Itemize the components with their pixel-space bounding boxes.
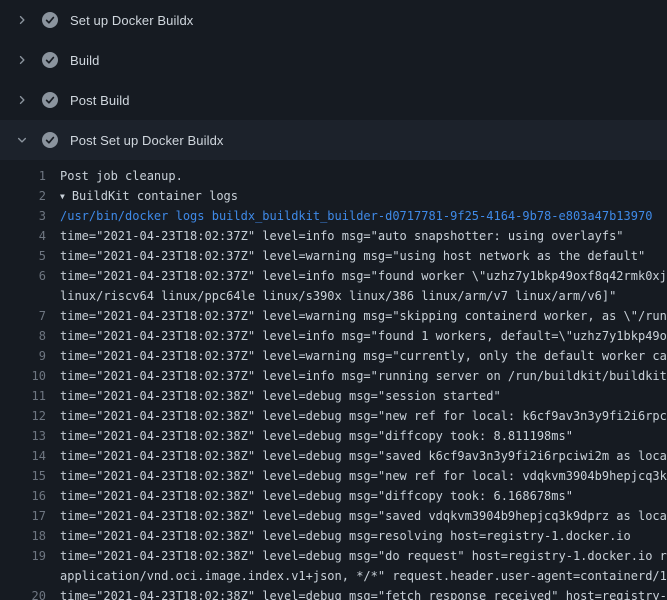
chevron-right-icon (16, 14, 28, 26)
line-number (0, 286, 46, 306)
log-row: 3/usr/bin/docker logs buildx_buildkit_bu… (0, 206, 667, 226)
log-row: 8time="2021-04-23T18:02:37Z" level=info … (0, 326, 667, 346)
log-text: time="2021-04-23T18:02:37Z" level=warnin… (46, 246, 667, 266)
line-number[interactable]: 13 (0, 426, 46, 446)
log-text: time="2021-04-23T18:02:38Z" level=debug … (46, 506, 667, 526)
log-row: linux/riscv64 linux/ppc64le linux/s390x … (0, 286, 667, 306)
log-row: 4time="2021-04-23T18:02:37Z" level=info … (0, 226, 667, 246)
chevron-right-icon (16, 54, 28, 66)
check-circle-icon (42, 12, 58, 28)
section-label: Post Set up Docker Buildx (70, 133, 224, 148)
log-row: 9time="2021-04-23T18:02:37Z" level=warni… (0, 346, 667, 366)
check-circle-icon (42, 132, 58, 148)
log-command-text: /usr/bin/docker logs buildx_buildkit_bui… (46, 206, 667, 226)
line-number[interactable]: 17 (0, 506, 46, 526)
line-number[interactable]: 12 (0, 406, 46, 426)
log-row: 10time="2021-04-23T18:02:37Z" level=info… (0, 366, 667, 386)
line-number[interactable]: 10 (0, 366, 46, 386)
section-label: Build (70, 53, 99, 68)
line-number[interactable]: 8 (0, 326, 46, 346)
log-row: 6time="2021-04-23T18:02:37Z" level=info … (0, 266, 667, 286)
chevron-down-icon (16, 134, 28, 146)
section-header-post-build[interactable]: Post Build (0, 80, 667, 120)
log-row: 5time="2021-04-23T18:02:37Z" level=warni… (0, 246, 667, 266)
line-number[interactable]: 19 (0, 546, 46, 566)
check-circle-icon (42, 52, 58, 68)
group-caret-icon[interactable]: ▼ (60, 187, 65, 206)
line-number[interactable]: 18 (0, 526, 46, 546)
log-text: time="2021-04-23T18:02:37Z" level=info m… (46, 326, 667, 346)
log-text: time="2021-04-23T18:02:38Z" level=debug … (46, 526, 667, 546)
log-text: time="2021-04-23T18:02:37Z" level=info m… (46, 266, 667, 286)
log-row: 1Post job cleanup. (0, 166, 667, 186)
line-number[interactable]: 2 (0, 186, 46, 206)
log-text: time="2021-04-23T18:02:38Z" level=debug … (46, 426, 667, 446)
line-number[interactable]: 11 (0, 386, 46, 406)
log-row: 15time="2021-04-23T18:02:38Z" level=debu… (0, 466, 667, 486)
log-text: time="2021-04-23T18:02:37Z" level=info m… (46, 366, 667, 386)
line-number[interactable]: 3 (0, 206, 46, 226)
log-row: 12time="2021-04-23T18:02:38Z" level=debu… (0, 406, 667, 426)
section-label: Set up Docker Buildx (70, 13, 193, 28)
log-text: time="2021-04-23T18:02:37Z" level=warnin… (46, 306, 667, 326)
log-text: time="2021-04-23T18:02:37Z" level=warnin… (46, 346, 667, 366)
log-text: Post job cleanup. (46, 166, 667, 186)
line-number[interactable]: 1 (0, 166, 46, 186)
line-number[interactable]: 5 (0, 246, 46, 266)
line-number[interactable]: 7 (0, 306, 46, 326)
log-text: time="2021-04-23T18:02:38Z" level=debug … (46, 486, 667, 506)
line-number[interactable]: 6 (0, 266, 46, 286)
log-row: 16time="2021-04-23T18:02:38Z" level=debu… (0, 486, 667, 506)
section-header-post-set-up-docker-buildx[interactable]: Post Set up Docker Buildx (0, 120, 667, 160)
log-row: 14time="2021-04-23T18:02:38Z" level=debu… (0, 446, 667, 466)
log-pane: 1Post job cleanup.2 ▼ BuildKit container l… (0, 160, 667, 600)
line-number[interactable]: 4 (0, 226, 46, 246)
section-header-set-up-docker-buildx[interactable]: Set up Docker Buildx (0, 0, 667, 40)
workflow-log-viewer: Set up Docker Buildx Build Post Build Post … (0, 0, 667, 600)
section-header-build[interactable]: Build (0, 40, 667, 80)
line-number[interactable]: 15 (0, 466, 46, 486)
line-number[interactable]: 9 (0, 346, 46, 366)
section-label: Post Build (70, 93, 130, 108)
log-text: linux/riscv64 linux/ppc64le linux/s390x … (46, 286, 667, 306)
log-row: application/vnd.oci.image.index.v1+json,… (0, 566, 667, 586)
log-group-line: ▼ BuildKit container logs (46, 186, 667, 206)
line-number (0, 566, 46, 586)
log-text: time="2021-04-23T18:02:38Z" level=debug … (46, 546, 667, 566)
log-row: 19time="2021-04-23T18:02:38Z" level=debu… (0, 546, 667, 566)
log-text: time="2021-04-23T18:02:38Z" level=debug … (46, 406, 667, 426)
log-row: 18time="2021-04-23T18:02:38Z" level=debu… (0, 526, 667, 546)
check-circle-icon (42, 92, 58, 108)
group-title[interactable]: BuildKit container logs (72, 189, 238, 203)
log-text: time="2021-04-23T18:02:37Z" level=info m… (46, 226, 667, 246)
log-text: time="2021-04-23T18:02:38Z" level=debug … (46, 446, 667, 466)
log-row: 20time="2021-04-23T18:02:38Z" level=debu… (0, 586, 667, 600)
sections: Set up Docker Buildx Build Post Build Post … (0, 0, 667, 160)
line-number[interactable]: 20 (0, 586, 46, 600)
log-row: 2 ▼ BuildKit container logs (0, 186, 667, 206)
log-text: application/vnd.oci.image.index.v1+json,… (46, 566, 667, 586)
log-text: time="2021-04-23T18:02:38Z" level=debug … (46, 386, 667, 406)
log-row: 13time="2021-04-23T18:02:38Z" level=debu… (0, 426, 667, 446)
line-number[interactable]: 16 (0, 486, 46, 506)
log-row: 17time="2021-04-23T18:02:38Z" level=debu… (0, 506, 667, 526)
log-text: time="2021-04-23T18:02:38Z" level=debug … (46, 466, 667, 486)
log-row: 11time="2021-04-23T18:02:38Z" level=debu… (0, 386, 667, 406)
log-row: 7time="2021-04-23T18:02:37Z" level=warni… (0, 306, 667, 326)
log-text: time="2021-04-23T18:02:38Z" level=debug … (46, 586, 667, 600)
line-number[interactable]: 14 (0, 446, 46, 466)
chevron-right-icon (16, 94, 28, 106)
